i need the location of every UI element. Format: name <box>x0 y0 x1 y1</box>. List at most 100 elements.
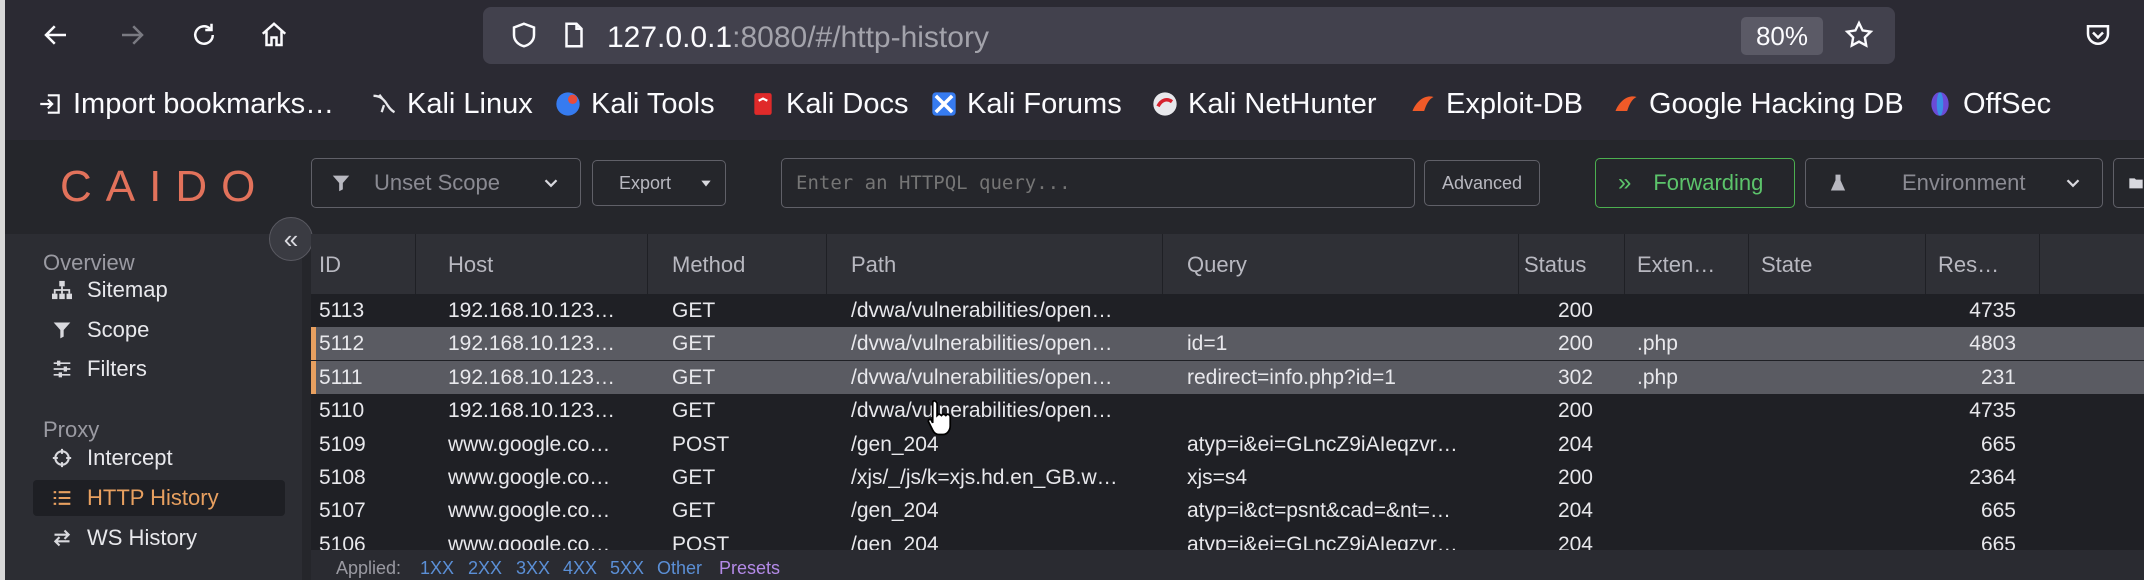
cell-status: 204 <box>1557 499 1593 523</box>
scope-label: Unset Scope <box>374 170 500 195</box>
forwarding-label: Forwarding <box>1653 170 1764 195</box>
bookmark-kali-docs[interactable]: Kali Docs <box>748 84 909 124</box>
table-row[interactable]: 5109 www.google.co… POST/gen_204 atyp=i&ei=… <box>311 428 2144 461</box>
cell-host: 192.168.10.123… <box>448 365 615 389</box>
applied-label: Applied: <box>336 558 402 578</box>
presets-link[interactable]: Presets <box>719 558 780 579</box>
column-header-method[interactable]: Method <box>672 252 745 278</box>
column-header-status[interactable]: Status <box>1524 252 1586 278</box>
cell-id: 5111 <box>319 365 363 389</box>
sliders-icon <box>49 359 75 379</box>
bookmark-label: Import bookmarks… <box>73 87 335 120</box>
shield-icon[interactable] <box>509 20 539 50</box>
home-button[interactable] <box>251 12 297 58</box>
caido-app: CAIDO Unset Scope Export Advanced » Forw… <box>5 140 2144 580</box>
column-header-state[interactable]: State <box>1761 252 1812 278</box>
url-bar[interactable]: 127.0.0.1:8080/#/http-history 80% <box>483 7 1895 64</box>
sidebar-item-intercept[interactable]: Intercept <box>33 440 285 476</box>
table-row[interactable]: 5110 192.168.10.123… GET/dvwa/vulnerabilit… <box>311 394 2144 427</box>
forwarding-button[interactable]: » Forwarding <box>1595 158 1795 208</box>
sidebar-item-scope[interactable]: Scope <box>33 312 285 348</box>
cell-id: 5107 <box>319 499 366 523</box>
cell-path: /dvwa/vulnerabilities/open… <box>851 399 1113 423</box>
filter-3xx[interactable]: 3XX <box>516 558 550 579</box>
bookmark-kali-nethunter[interactable]: Kali NetHunter <box>1150 84 1377 124</box>
http-history-table: ID Host Method Path Query Status Exten… … <box>311 234 2144 556</box>
browser-toolbar: 127.0.0.1:8080/#/http-history 80% <box>5 0 2144 70</box>
back-button[interactable] <box>33 12 79 58</box>
filter-2xx[interactable]: 2XX <box>468 558 502 579</box>
table-row[interactable]: 5107 www.google.co… GET/gen_204 atyp=i&ct=p… <box>311 494 2144 527</box>
url-text[interactable]: 127.0.0.1:8080/#/http-history <box>607 21 989 55</box>
sidebar-item-sitemap[interactable]: Sitemap <box>33 272 285 308</box>
cell-response-length: 231 <box>1980 365 2016 389</box>
column-header-path[interactable]: Path <box>851 252 896 278</box>
exchange-icon <box>49 528 75 548</box>
column-header-extension[interactable]: Exten… <box>1637 252 1715 278</box>
kali-docs-icon <box>748 89 778 119</box>
filter-4xx[interactable]: 4XX <box>563 558 597 579</box>
sidebar-item-label: Sitemap <box>87 277 168 302</box>
sidebar-item-label: Scope <box>87 317 150 342</box>
advanced-button[interactable]: Advanced <box>1424 160 1540 206</box>
import-icon <box>35 89 65 119</box>
cell-path: /gen_204 <box>851 499 939 523</box>
reload-button[interactable] <box>181 12 227 58</box>
table-row[interactable]: 5112 192.168.10.123… GET/dvwa/vulnerabilit… <box>311 327 2144 361</box>
home-icon <box>261 22 287 47</box>
cell-method: GET <box>672 299 716 322</box>
export-button[interactable]: Export <box>592 160 726 206</box>
httpql-query-input[interactable] <box>781 158 1415 208</box>
applied-filters-bar: Applied: 1XX 2XX 3XX 4XX 5XX Other Prese… <box>311 550 2144 580</box>
cell-extension: .php <box>1637 332 1678 356</box>
bookmark-offsec[interactable]: OffSec <box>1925 84 2051 124</box>
pocket-icon[interactable] <box>2083 20 2113 50</box>
sidebar-item-filters[interactable]: Filters <box>33 351 285 387</box>
star-icon[interactable] <box>1843 19 1875 51</box>
cell-query: xjs=s4 <box>1187 466 1248 489</box>
environment-dropdown[interactable]: Environment <box>1805 158 2103 208</box>
bookmark-ghdb[interactable]: Google Hacking DB <box>1611 84 1904 124</box>
bookmark-label: Kali NetHunter <box>1188 87 1377 120</box>
filter-other[interactable]: Other <box>657 558 702 579</box>
cell-extension: .php <box>1637 365 1678 389</box>
table-header: ID Host Method Path Query Status Exten… … <box>311 234 2144 294</box>
page-icon[interactable] <box>559 20 589 50</box>
bookmark-exploit-db[interactable]: Exploit-DB <box>1408 84 1583 124</box>
export-label: Export <box>619 172 672 193</box>
bookmark-label: Kali Docs <box>786 87 909 120</box>
sidebar-item-label: HTTP History <box>87 485 219 510</box>
bookmark-kali-forums[interactable]: Kali Forums <box>929 84 1122 124</box>
column-header-id[interactable]: ID <box>319 252 341 278</box>
bookmark-kali-tools[interactable]: Kali Tools <box>553 84 715 124</box>
caret-down-icon <box>701 180 711 187</box>
sidebar-item-label: Intercept <box>87 445 173 470</box>
table-row[interactable]: 5113 192.168.10.123… GET/dvwa/vulnerabilit… <box>311 294 2144 327</box>
selection-marker <box>311 360 316 394</box>
sidebar-item-http-history[interactable]: HTTP History <box>33 480 285 516</box>
zoom-level-badge[interactable]: 80% <box>1741 17 1823 55</box>
cell-status: 200 <box>1557 299 1593 322</box>
sidebar-item-ws-history[interactable]: WS History <box>33 520 285 556</box>
column-header-response-length[interactable]: Res… <box>1938 252 1999 278</box>
filter-1xx[interactable]: 1XX <box>420 558 454 579</box>
forward-button[interactable] <box>109 12 155 58</box>
workspace-button[interactable] <box>2113 158 2144 208</box>
bookmark-kali-linux[interactable]: Kali Linux <box>369 84 533 124</box>
cell-status: 200 <box>1557 332 1593 356</box>
sidebar-item-label: WS History <box>87 525 197 550</box>
table-row[interactable]: 5108 www.google.co… GET/xjs/_/js/k=xjs.hd.… <box>311 461 2144 494</box>
collapse-sidebar-button[interactable]: « <box>269 217 313 261</box>
bookmarks-bar: Import bookmarks… Kali Linux Kali Tools … <box>5 70 2144 140</box>
filter-5xx[interactable]: 5XX <box>610 558 644 579</box>
scope-dropdown[interactable]: Unset Scope <box>311 158 581 208</box>
bookmark-label: Kali Forums <box>967 87 1122 120</box>
column-header-query[interactable]: Query <box>1187 252 1247 278</box>
url-host: 127.0.0.1 <box>607 21 733 54</box>
column-header-host[interactable]: Host <box>448 252 493 278</box>
nethunter-icon <box>1150 89 1180 119</box>
cell-path: /dvwa/vulnerabilities/open… <box>851 365 1113 389</box>
bookmark-label: Kali Tools <box>591 87 715 120</box>
bookmark-import[interactable]: Import bookmarks… <box>35 84 334 124</box>
table-row[interactable]: 5111 192.168.10.123… GET/dvwa/vulnerabilit… <box>311 360 2144 394</box>
